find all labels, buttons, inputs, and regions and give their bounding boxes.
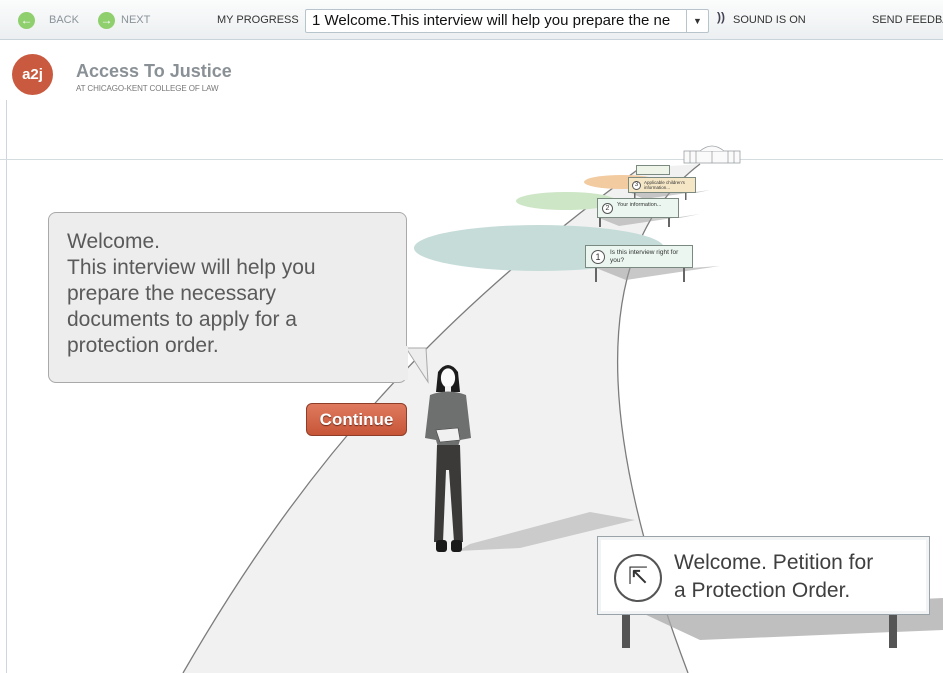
current-step-sign: ⇱ Welcome. Petition for a Protection Ord… (597, 536, 930, 615)
current-step-line: a Protection Order. (674, 579, 851, 602)
courthouse-icon (683, 145, 741, 164)
big-sign-post-right (889, 614, 897, 648)
sign1-post-right (683, 267, 685, 282)
sign2-post-left (599, 218, 601, 227)
bubble-line: prepare the necessary (67, 282, 276, 305)
road-sign-3-text: Applicable children's information... (644, 180, 685, 190)
road-sign-3[interactable]: 3 Applicable children's information... (628, 177, 696, 193)
road-sign-2-number: 2 (602, 203, 613, 214)
bubble-tail (394, 346, 429, 384)
speech-bubble: Welcome. This interview will help you pr… (48, 212, 407, 383)
road-sign-3-number: 3 (632, 181, 641, 190)
road-sign-2-text: Your information... (617, 202, 662, 208)
road-sign-1-number: 1 (591, 250, 605, 264)
sign2-post-right (668, 218, 670, 227)
road-sign-2[interactable]: 2 Your information... (597, 198, 679, 218)
continue-button[interactable]: Continue (306, 403, 407, 436)
road-sign-1[interactable]: 1 Is this interview right for you? (585, 245, 693, 268)
road-sign-distant (636, 165, 670, 175)
bubble-line: protection order. (67, 334, 219, 357)
sign1-post-left (595, 267, 597, 282)
road-sign-1-text: Is this interview right for you? (610, 249, 679, 264)
current-step-text: Welcome. Petition for a Protection Order… (674, 549, 873, 605)
big-sign-post-left (622, 614, 630, 648)
arrow-up-left-icon: ⇱ (614, 554, 662, 602)
bubble-line: This interview will help you (67, 256, 316, 279)
bubble-line: Welcome. (67, 230, 160, 253)
current-step-line: Welcome. Petition for (674, 551, 874, 574)
bubble-line: documents to apply for a (67, 308, 297, 331)
sign3-post-right (685, 193, 687, 200)
